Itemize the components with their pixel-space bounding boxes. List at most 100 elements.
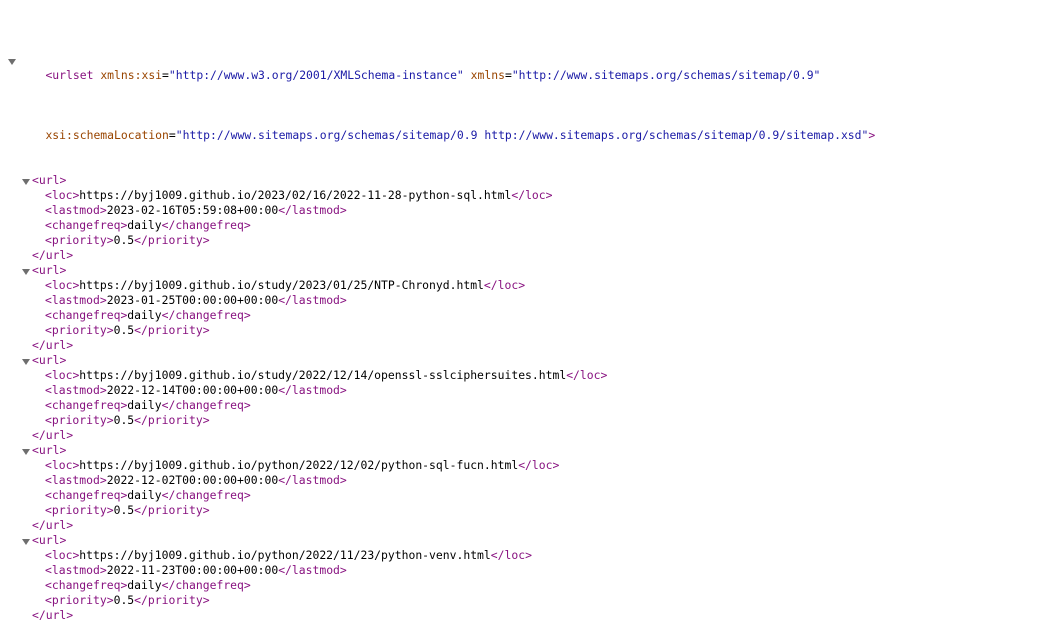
priority-close-tag: priority xyxy=(147,323,203,337)
priority-value: 0.5 xyxy=(113,503,135,517)
changefreq-line: <changefreq>daily</changefreq> xyxy=(45,308,251,322)
priority-close-tag: priority xyxy=(147,593,203,607)
lastmod-open-tag: lastmod xyxy=(51,293,100,307)
url-entries: <url> <loc>https://byj1009.github.io/2023… xyxy=(0,173,875,623)
loc-value: https://byj1009.github.io/python/2022/11… xyxy=(79,548,491,562)
loc-value: https://byj1009.github.io/study/2022/12/… xyxy=(79,368,567,382)
url-close-line: </url> xyxy=(32,428,74,442)
lastmod-close-tag: lastmod xyxy=(291,383,340,397)
changefreq-value: daily xyxy=(127,488,162,502)
changefreq-value: daily xyxy=(127,578,162,592)
priority-close-tag: priority xyxy=(147,233,203,247)
loc-value: https://byj1009.github.io/study/2023/01/… xyxy=(79,278,484,292)
url-entry: <url> <loc>https://byj1009.github.io/pyth… xyxy=(0,533,875,623)
changefreq-open-tag: changefreq xyxy=(51,308,121,322)
lastmod-value: 2022-11-23T00:00:00+00:00 xyxy=(106,563,279,577)
priority-close-tag: priority xyxy=(147,413,203,427)
lastmod-close-tag: lastmod xyxy=(291,203,340,217)
loc-line: <loc>https://byj1009.github.io/python/20… xyxy=(45,458,560,472)
triangle-down-icon[interactable] xyxy=(22,266,31,275)
priority-value: 0.5 xyxy=(113,413,135,427)
loc-close-tag: loc xyxy=(504,548,526,562)
url-open-line: <url> xyxy=(0,533,875,548)
priority-open-tag: priority xyxy=(51,503,107,517)
url-close-tag-name: url xyxy=(45,248,67,262)
url-open-line: <url> xyxy=(0,173,875,188)
xmlns-xsi-attr-value: "http://www.w3.org/2001/XMLSchema-instan… xyxy=(168,68,464,82)
url-close-line: </url> xyxy=(32,248,74,262)
changefreq-value: daily xyxy=(127,308,162,322)
urlset-tag-name: urlset xyxy=(52,68,94,82)
schema-location-attr-name: xsi:schemaLocation xyxy=(45,128,169,142)
triangle-down-icon[interactable] xyxy=(22,176,31,185)
url-open-line: <url> xyxy=(0,263,875,278)
lastmod-close-tag: lastmod xyxy=(291,293,340,307)
priority-open-tag: priority xyxy=(51,413,107,427)
lastmod-line: <lastmod>2022-12-14T00:00:00+00:00</last… xyxy=(45,383,347,397)
priority-value: 0.5 xyxy=(113,233,135,247)
priority-open-tag: priority xyxy=(51,233,107,247)
url-entry: <url> <loc>https://byj1009.github.io/2023… xyxy=(0,173,875,263)
xmlns-attr-name: xmlns xyxy=(470,68,505,82)
changefreq-open-tag: changefreq xyxy=(51,578,121,592)
triangle-down-icon[interactable] xyxy=(8,56,17,65)
lastmod-line: <lastmod>2023-02-16T05:59:08+00:00</last… xyxy=(45,203,347,217)
loc-open-tag: loc xyxy=(51,278,73,292)
loc-open-tag: loc xyxy=(51,368,73,382)
url-entry: <url> <loc>https://byj1009.github.io/stud… xyxy=(0,263,875,353)
xmlns-xsi-attr-name: xmlns:xsi xyxy=(100,68,163,82)
triangle-down-icon[interactable] xyxy=(22,446,31,455)
xmlns-attr-value: "http://www.sitemaps.org/schemas/sitemap… xyxy=(511,68,821,82)
url-close-tag-name: url xyxy=(45,518,67,532)
url-close-line: </url> xyxy=(32,338,74,352)
changefreq-value: daily xyxy=(127,398,162,412)
lastmod-line: <lastmod>2023-01-25T00:00:00+00:00</last… xyxy=(45,293,347,307)
priority-open-tag: priority xyxy=(51,593,107,607)
priority-line: <priority>0.5</priority> xyxy=(45,413,210,427)
changefreq-open-tag: changefreq xyxy=(51,218,121,232)
changefreq-open-tag: changefreq xyxy=(51,398,121,412)
lastmod-value: 2023-02-16T05:59:08+00:00 xyxy=(106,203,279,217)
urlset-schema-line: xsi:schemaLocation="http://www.sitemaps.… xyxy=(45,128,876,142)
changefreq-line: <changefreq>daily</changefreq> xyxy=(45,398,251,412)
lastmod-value: 2023-01-25T00:00:00+00:00 xyxy=(106,293,279,307)
triangle-down-icon[interactable] xyxy=(22,356,31,365)
url-entry: <url> <loc>https://byj1009.github.io/stud… xyxy=(0,353,875,443)
url-tag-name: url xyxy=(38,443,60,457)
schema-location-attr-value: "http://www.sitemaps.org/schemas/sitemap… xyxy=(175,128,869,142)
loc-close-tag: loc xyxy=(531,458,553,472)
url-tag-name: url xyxy=(38,173,60,187)
loc-close-tag: loc xyxy=(579,368,601,382)
priority-value: 0.5 xyxy=(113,593,135,607)
url-open-line: <url> xyxy=(0,353,875,368)
priority-line: <priority>0.5</priority> xyxy=(45,233,210,247)
priority-line: <priority>0.5</priority> xyxy=(45,593,210,607)
loc-line: <loc>https://byj1009.github.io/2023/02/1… xyxy=(45,188,553,202)
url-tag-name: url xyxy=(38,353,60,367)
priority-open-tag: priority xyxy=(51,323,107,337)
xml-tree-viewer: <urlset xmlns:xsi="http://www.w3.org/200… xyxy=(0,8,875,638)
url-close-line: </url> xyxy=(32,608,74,622)
triangle-down-icon[interactable] xyxy=(22,536,31,545)
url-open-line: <url> xyxy=(0,443,875,458)
priority-line: <priority>0.5</priority> xyxy=(45,503,210,517)
lastmod-line: <lastmod>2022-11-23T00:00:00+00:00</last… xyxy=(45,563,347,577)
url-tag-name: url xyxy=(38,263,60,277)
loc-line: <loc>https://byj1009.github.io/study/202… xyxy=(45,278,526,292)
loc-value: https://byj1009.github.io/python/2022/12… xyxy=(79,458,519,472)
lastmod-open-tag: lastmod xyxy=(51,563,100,577)
changefreq-close-tag: changefreq xyxy=(175,488,244,502)
changefreq-line: <changefreq>daily</changefreq> xyxy=(45,578,251,592)
changefreq-line: <changefreq>daily</changefreq> xyxy=(45,218,251,232)
lastmod-open-tag: lastmod xyxy=(51,203,100,217)
loc-open-tag: loc xyxy=(51,548,73,562)
loc-line: <loc>https://byj1009.github.io/python/20… xyxy=(45,548,532,562)
changefreq-close-tag: changefreq xyxy=(175,308,244,322)
lastmod-close-tag: lastmod xyxy=(291,473,340,487)
changefreq-close-tag: changefreq xyxy=(175,578,244,592)
lastmod-line: <lastmod>2022-12-02T00:00:00+00:00</last… xyxy=(45,473,347,487)
changefreq-close-tag: changefreq xyxy=(175,218,244,232)
loc-close-tag: loc xyxy=(525,188,546,202)
url-close-tag-name: url xyxy=(45,338,67,352)
loc-open-tag: loc xyxy=(51,458,73,472)
